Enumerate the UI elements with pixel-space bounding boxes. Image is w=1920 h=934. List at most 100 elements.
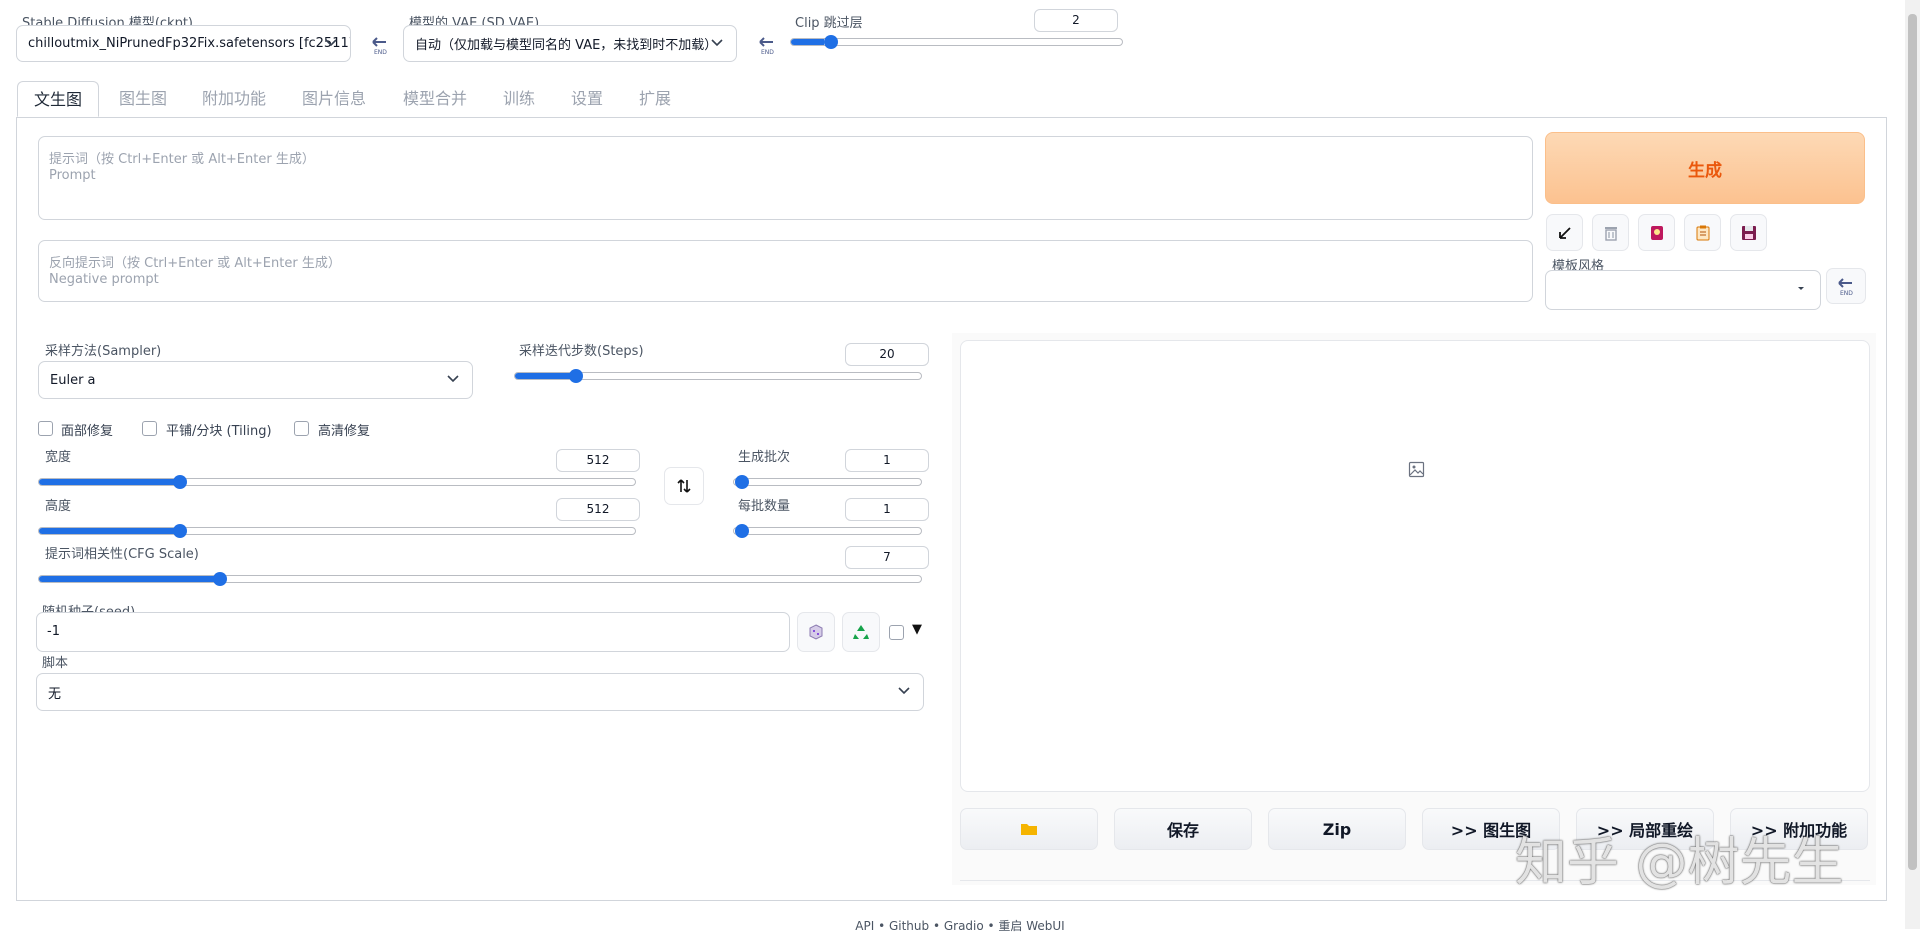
steps-number[interactable]: 20 — [845, 343, 929, 366]
cfg-label: 提示词相关性(CFG Scale) — [45, 547, 199, 562]
width-number[interactable]: 512 — [556, 449, 640, 472]
save-style-button[interactable] — [1730, 214, 1767, 251]
swap-back-icon: END — [372, 37, 387, 56]
tab-merge[interactable]: 模型合并 — [401, 81, 469, 117]
footer-links[interactable]: API • Github • Gradio • 重启 WebUI — [0, 917, 1920, 934]
watermark: 知乎 @树先生 — [1515, 833, 1844, 893]
negative-prompt-textarea[interactable]: 反向提示词（按 Ctrl+Enter 或 Alt+Enter 生成） Negat… — [38, 240, 1533, 302]
batch-count-number[interactable]: 1 — [845, 449, 929, 472]
zip-button[interactable]: Zip — [1268, 808, 1406, 850]
ckpt-dropdown[interactable]: chilloutmix_NiPrunedFp32Fix.safetensors … — [16, 25, 351, 62]
svg-text:END: END — [374, 49, 387, 56]
tiling-checkbox[interactable] — [142, 421, 157, 436]
reuse-seed-button[interactable] — [842, 612, 880, 652]
batch-count-label: 生成批次 — [738, 450, 791, 465]
dice-icon — [809, 624, 823, 640]
tab-extras[interactable]: 附加功能 — [200, 81, 268, 117]
batch-count-slider[interactable] — [733, 478, 922, 486]
height-number[interactable]: 512 — [556, 498, 640, 521]
clear-prompt-button[interactable] — [1592, 214, 1629, 251]
extra-networks-button[interactable] — [1638, 214, 1675, 251]
refresh-vae-button[interactable]: END — [748, 27, 786, 63]
negative-placeholder-cn: 反向提示词（按 Ctrl+Enter 或 Alt+Enter 生成） — [49, 256, 341, 271]
batch-size-slider[interactable] — [733, 527, 922, 535]
sampler-dropdown[interactable]: Euler a — [38, 361, 473, 399]
recycle-icon — [853, 625, 869, 639]
floppy-disk-icon — [1741, 225, 1756, 240]
height-slider[interactable] — [38, 527, 636, 535]
tab-img2img[interactable]: 图生图 — [117, 81, 169, 117]
scrollbar-thumb[interactable] — [1908, 14, 1917, 870]
svg-text:END: END — [761, 49, 774, 56]
clip-slider[interactable] — [790, 38, 1123, 46]
seed-input[interactable]: -1 — [36, 612, 790, 652]
cfg-number[interactable]: 7 — [845, 546, 929, 569]
vae-value: 自动（仅加载与模型同名的 VAE，未找到时不加载） — [415, 38, 718, 53]
chevron-down-icon — [711, 38, 723, 46]
sampler-label: 采样方法(Sampler) — [45, 344, 162, 359]
generate-button[interactable]: 生成 — [1545, 132, 1865, 204]
caret-down-icon — [1798, 287, 1804, 290]
folder-icon — [1021, 824, 1037, 835]
width-slider[interactable] — [38, 478, 636, 486]
tab-extensions[interactable]: 扩展 — [637, 81, 673, 117]
svg-text:END: END — [1840, 290, 1853, 297]
chevron-down-icon — [325, 38, 337, 46]
save-button[interactable]: 保存 — [1114, 808, 1252, 850]
extra-seed-checkbox[interactable] — [889, 625, 904, 640]
styles-dropdown[interactable] — [1545, 270, 1821, 310]
tab-settings[interactable]: 设置 — [569, 81, 605, 117]
refresh-ckpt-button[interactable]: END — [361, 27, 399, 63]
hires-checkbox[interactable] — [294, 421, 309, 436]
script-label: 脚本 — [42, 656, 69, 671]
vae-dropdown[interactable]: 自动（仅加载与模型同名的 VAE，未找到时不加载） — [403, 25, 737, 62]
clip-number[interactable]: 2 — [1034, 9, 1118, 32]
batch-count-slider-thumb[interactable] — [735, 475, 749, 489]
tab-train[interactable]: 训练 — [501, 81, 537, 117]
random-seed-button[interactable] — [797, 612, 835, 652]
hires-label: 高清修复 — [318, 424, 371, 439]
face-restore-label: 面部修复 — [61, 424, 114, 439]
prompt-textarea[interactable]: 提示词（按 Ctrl+Enter 或 Alt+Enter 生成） Prompt — [38, 136, 1533, 220]
seed-expand-icon[interactable]: ▼ — [912, 622, 922, 637]
tiling-label: 平铺/分块 (Tiling) — [166, 424, 272, 439]
open-folder-button[interactable] — [960, 808, 1098, 850]
ckpt-value: chilloutmix_NiPrunedFp32Fix.safetensors … — [28, 36, 351, 51]
tab-png-info[interactable]: 图片信息 — [300, 81, 368, 117]
width-label: 宽度 — [45, 450, 72, 465]
script-value: 无 — [48, 686, 62, 702]
output-gallery — [960, 340, 1870, 792]
sampler-value: Euler a — [50, 372, 96, 388]
cfg-slider[interactable] — [38, 575, 922, 583]
batch-size-slider-thumb[interactable] — [735, 524, 749, 538]
face-restore-checkbox[interactable] — [38, 421, 53, 436]
swap-back-icon: END — [1838, 278, 1853, 297]
steps-label: 采样迭代步数(Steps) — [519, 344, 644, 359]
script-dropdown[interactable]: 无 — [36, 673, 924, 711]
batch-size-number[interactable]: 1 — [845, 498, 929, 521]
chevron-down-icon — [447, 375, 459, 383]
clip-slider-thumb[interactable] — [823, 35, 838, 49]
clip-label: Clip 跳过层 — [795, 16, 863, 31]
read-params-button[interactable] — [1546, 214, 1583, 251]
trash-icon — [1604, 226, 1617, 241]
clipboard-icon — [1696, 225, 1709, 240]
arrow-down-left-icon — [1558, 226, 1571, 239]
batch-size-label: 每批数量 — [738, 499, 791, 514]
refresh-styles-button[interactable]: END — [1826, 268, 1866, 304]
prompt-placeholder-cn: 提示词（按 Ctrl+Enter 或 Alt+Enter 生成） — [49, 152, 315, 167]
chevron-down-icon — [898, 687, 910, 695]
tab-txt2img[interactable]: 文生图 — [17, 81, 100, 117]
steps-slider-thumb[interactable] — [568, 369, 583, 383]
swap-dimensions-button[interactable] — [664, 467, 704, 505]
swap-vertical-icon — [677, 479, 691, 493]
swap-back-icon: END — [759, 37, 774, 56]
apply-style-button[interactable] — [1684, 214, 1721, 251]
prompt-placeholder-en: Prompt — [49, 168, 96, 183]
height-label: 高度 — [45, 499, 72, 514]
seed-value: -1 — [47, 624, 60, 639]
card-icon — [1650, 225, 1663, 240]
page-scrollbar[interactable] — [1905, 0, 1920, 929]
negative-placeholder-en: Negative prompt — [49, 272, 159, 287]
image-placeholder-icon — [1408, 461, 1425, 478]
